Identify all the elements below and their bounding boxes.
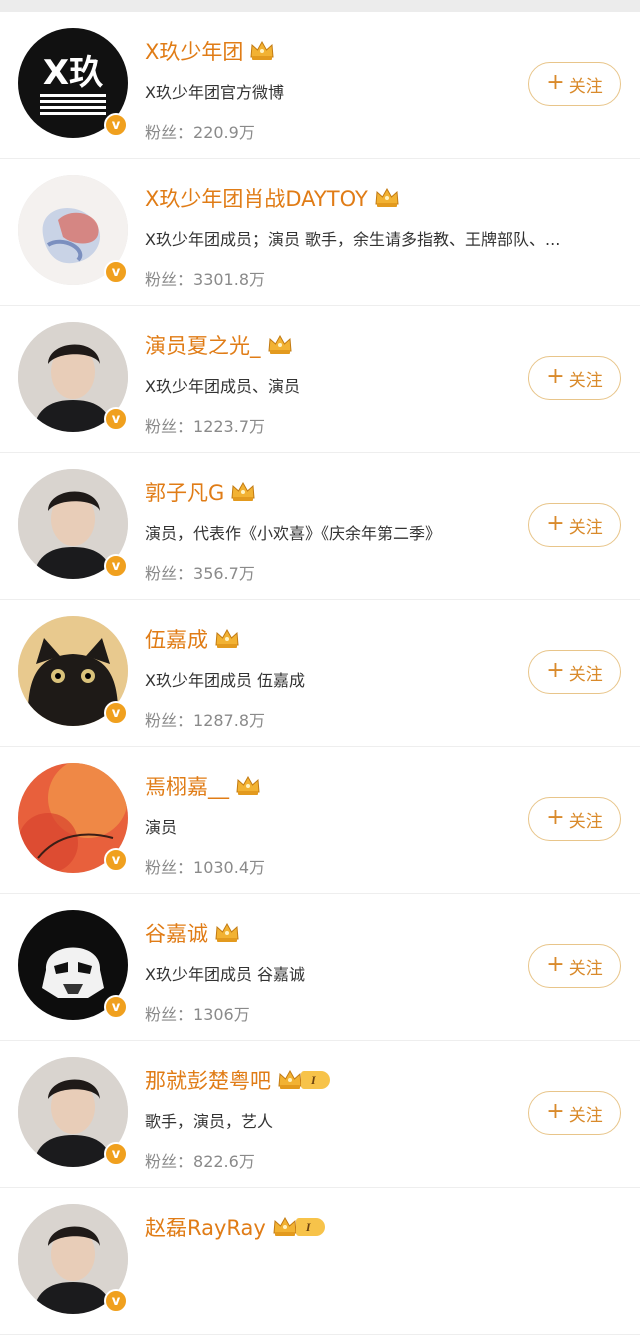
user-row[interactable]: v X玖少年团肖战DAYTOY X玖少年团成员；演员 歌手，余生请多指教、王牌部… (0, 159, 640, 306)
verified-badge-icon: v (104, 407, 128, 431)
user-name[interactable]: 演员夏之光_ (145, 330, 261, 360)
svg-text:X玖: X玖 (43, 53, 103, 93)
follow-button[interactable]: + 关注 (528, 62, 621, 106)
fans-label: 粉丝： (145, 1005, 194, 1024)
top-strip (0, 0, 640, 12)
fans-value: 822.6万 (193, 1152, 255, 1171)
plus-icon: + (546, 658, 565, 683)
user-row[interactable]: v 伍嘉成 X玖少年团成员 伍嘉成 粉丝：1287.8万 + 关注 (0, 600, 640, 747)
user-description: X玖少年团成员；演员 歌手，余生请多指教、王牌部队、... (145, 230, 561, 249)
user-row[interactable]: v 郭子凡G 演员，代表作《小欢喜》《庆余年第二季》 粉丝：356.7万 + 关注 (0, 453, 640, 600)
level-badge: I (295, 1218, 325, 1236)
crown-icon (230, 481, 256, 503)
fans-value: 1030.4万 (193, 858, 266, 877)
fans-value: 220.9万 (193, 123, 255, 142)
user-row[interactable]: v 那就彭楚粤吧 I 歌手，演员，艺人 粉丝：822.6万 + 关注 (0, 1041, 640, 1188)
fans-label: 粉丝： (145, 123, 194, 142)
name-line: X玖少年团肖战DAYTOY (145, 183, 400, 213)
follow-button[interactable]: + 关注 (528, 1091, 621, 1135)
follow-label: 关注 (568, 370, 603, 391)
level-badge: I (301, 1071, 330, 1089)
crown-icon (272, 1216, 298, 1238)
fan-count: 粉丝：1287.8万 (145, 707, 265, 731)
crown-icon (267, 334, 293, 356)
verified-badge-icon: v (104, 848, 128, 872)
user-row[interactable]: X玖 v X玖少年团 X玖少年团官方微博 粉丝：220.9万 + 关注 (0, 12, 640, 159)
follow-button[interactable]: + 关注 (528, 650, 621, 694)
user-name[interactable]: X玖少年团 (145, 36, 243, 66)
fans-label: 粉丝： (145, 711, 194, 730)
user-row[interactable]: v 演员夏之光_ X玖少年团成员、演员 粉丝：1223.7万 + 关注 (0, 306, 640, 453)
verified-badge-icon: v (104, 554, 128, 578)
verified-badge-icon: v (104, 1142, 128, 1166)
verified-badge-icon: v (104, 701, 128, 725)
follow-label: 关注 (568, 517, 603, 538)
follow-label: 关注 (568, 76, 603, 97)
plus-icon: + (546, 952, 565, 977)
fans-value: 356.7万 (193, 564, 255, 583)
fans-label: 粉丝： (145, 270, 194, 289)
name-line: 郭子凡G (145, 477, 256, 507)
crown-icon (374, 187, 400, 209)
fans-value: 1306万 (193, 1005, 250, 1024)
fan-count: 粉丝：356.7万 (145, 560, 255, 584)
user-name[interactable]: 郭子凡G (145, 477, 224, 507)
fan-count: 粉丝：220.9万 (145, 119, 255, 143)
fans-value: 1287.8万 (193, 711, 266, 730)
name-line: 演员夏之光_ (145, 330, 293, 360)
plus-icon: + (546, 364, 565, 389)
plus-icon: + (546, 70, 565, 95)
follow-label: 关注 (568, 958, 603, 979)
crown-icon (214, 628, 240, 650)
user-name[interactable]: X玖少年团肖战DAYTOY (145, 183, 368, 213)
fan-count: 粉丝：1306万 (145, 1001, 250, 1025)
fan-count: 粉丝：822.6万 (145, 1148, 255, 1172)
fans-label: 粉丝： (145, 858, 194, 877)
follow-button[interactable]: + 关注 (528, 356, 621, 400)
fans-label: 粉丝： (145, 564, 194, 583)
follow-button[interactable]: + 关注 (528, 503, 621, 547)
follow-label: 关注 (568, 664, 603, 685)
crown-icon (235, 775, 261, 797)
user-row[interactable]: v 谷嘉诚 X玖少年团成员 谷嘉诚 粉丝：1306万 + 关注 (0, 894, 640, 1041)
fan-count: 粉丝：1030.4万 (145, 854, 265, 878)
follow-label: 关注 (568, 1105, 603, 1126)
user-name[interactable]: 谷嘉诚 (145, 918, 208, 948)
fans-value: 1223.7万 (193, 417, 266, 436)
follow-button[interactable]: + 关注 (528, 944, 621, 988)
follow-button[interactable]: + 关注 (528, 797, 621, 841)
crown-icon (277, 1069, 303, 1091)
user-row[interactable]: v 赵磊RayRay I (0, 1188, 640, 1335)
name-line: 焉栩嘉__ (145, 771, 261, 801)
fan-count: 粉丝：3301.8万 (145, 266, 265, 290)
user-name[interactable]: 伍嘉成 (145, 624, 208, 654)
verified-badge-icon: v (104, 113, 128, 137)
name-line: 那就彭楚粤吧 I (145, 1065, 330, 1095)
fans-value: 3301.8万 (193, 270, 266, 289)
plus-icon: + (546, 511, 565, 536)
name-line: 谷嘉诚 (145, 918, 240, 948)
fan-count: 粉丝：1223.7万 (145, 413, 265, 437)
user-list: X玖 v X玖少年团 X玖少年团官方微博 粉丝：220.9万 + 关注 v X玖少年团… (0, 12, 640, 1335)
fans-label: 粉丝： (145, 1152, 194, 1171)
crown-icon (214, 922, 240, 944)
user-name[interactable]: 赵磊RayRay (145, 1212, 266, 1242)
plus-icon: + (546, 1099, 565, 1124)
plus-icon: + (546, 805, 565, 830)
verified-badge-icon: v (104, 1289, 128, 1313)
name-line: 赵磊RayRay I (145, 1212, 325, 1242)
user-name[interactable]: 那就彭楚粤吧 (145, 1065, 271, 1095)
fans-label: 粉丝： (145, 417, 194, 436)
follow-label: 关注 (568, 811, 603, 832)
user-row[interactable]: v 焉栩嘉__ 演员 粉丝：1030.4万 + 关注 (0, 747, 640, 894)
user-name[interactable]: 焉栩嘉__ (145, 771, 229, 801)
name-line: 伍嘉成 (145, 624, 240, 654)
verified-badge-icon: v (104, 260, 128, 284)
verified-badge-icon: v (104, 995, 128, 1019)
crown-icon (249, 40, 275, 62)
name-line: X玖少年团 (145, 36, 275, 66)
